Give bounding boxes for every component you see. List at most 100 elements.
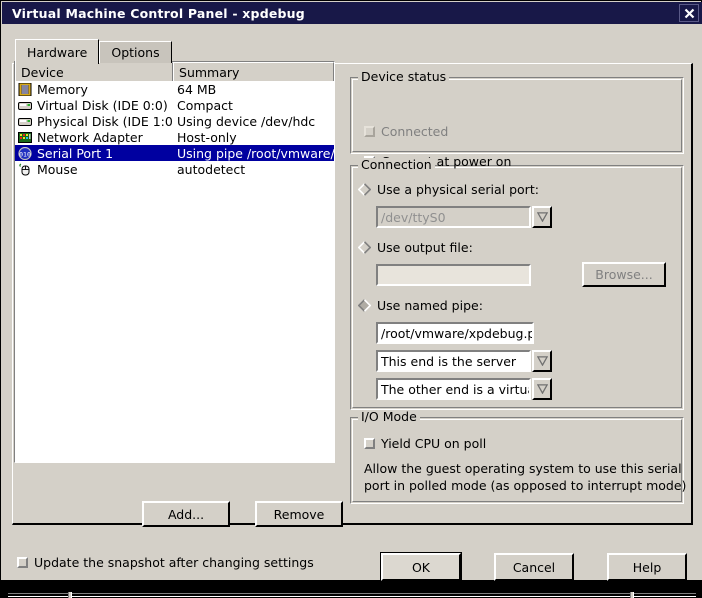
device-cell: Network Adapter — [15, 130, 173, 145]
connected-checkbox: Connected — [364, 124, 448, 139]
pipe-other-end-combo-input[interactable]: The other end is a virtual m — [376, 378, 531, 400]
resize-grip-left[interactable] — [68, 592, 72, 598]
radio-use-output-file[interactable]: Use output file: — [357, 240, 473, 255]
update-snapshot-label: Update the snapshot after changing setti… — [34, 555, 314, 570]
device-cell: Virtual Disk (IDE 0:0) — [15, 98, 173, 113]
physical-serial-port-combo-input: /dev/ttyS0 — [376, 206, 531, 228]
client-area: Hardware Options Device Summary Memory 6… — [2, 24, 702, 598]
remove-button[interactable]: Remove — [255, 501, 343, 527]
chevron-down-icon — [536, 212, 548, 222]
radio-physical-serial-port-label: Use a physical serial port: — [377, 182, 539, 197]
summary-cell: Host-only — [177, 129, 237, 145]
chevron-down-icon — [536, 384, 548, 394]
pipe-other-end-dropdown-button[interactable] — [532, 378, 552, 400]
svg-text:010: 010 — [19, 150, 31, 158]
browse-button-label: Browse... — [595, 267, 653, 282]
tab-hardware[interactable]: Hardware — [15, 39, 100, 64]
radio-use-named-pipe[interactable]: Use named pipe: — [357, 298, 483, 313]
named-pipe-path-input[interactable]: /root/vmware/xpdebug.pipe — [376, 322, 534, 344]
chevron-down-icon — [536, 356, 548, 366]
network-adapter-icon — [18, 131, 32, 144]
radio-diamond-icon — [357, 183, 372, 196]
vm-control-panel-window: Virtual Machine Control Panel - xpdebug … — [0, 0, 702, 598]
radio-output-file-label: Use output file: — [377, 240, 473, 255]
device-name: Physical Disk (IDE 1:0) — [37, 113, 173, 129]
cancel-button-label: Cancel — [512, 559, 556, 575]
physical-disk-icon — [18, 115, 32, 128]
device-name: Serial Port 1 — [37, 145, 114, 161]
summary-cell: Using pipe /root/vmware/xp — [177, 145, 334, 161]
radio-named-pipe-label: Use named pipe: — [377, 298, 483, 313]
memory-icon — [18, 82, 32, 96]
connection-legend: Connection — [358, 158, 435, 172]
close-icon — [684, 8, 694, 18]
table-row[interactable]: Mouse autodetect — [15, 161, 334, 177]
physical-serial-port-dropdown-button — [532, 206, 552, 228]
summary-cell: autodetect — [177, 161, 246, 177]
pipe-end-role-dropdown-button[interactable] — [532, 350, 552, 372]
io-mode-description-line2: port in polled mode (as opposed to inter… — [364, 478, 687, 493]
column-header-summary-label: Summary — [179, 64, 240, 80]
pipe-end-role-combo-input[interactable]: This end is the server — [376, 350, 531, 372]
update-snapshot-checkbox[interactable]: Update the snapshot after changing setti… — [17, 555, 314, 570]
column-header-device[interactable]: Device — [15, 62, 174, 81]
ok-button[interactable]: OK — [380, 552, 462, 582]
serial-port-icon: 010 — [18, 146, 32, 160]
pipe-other-end-value: The other end is a virtual m — [381, 381, 529, 397]
mouse-icon — [18, 162, 32, 176]
status-bar-divider — [8, 593, 696, 597]
title-bar[interactable]: Virtual Machine Control Panel - xpdebug — [2, 2, 702, 24]
yield-cpu-on-poll-label: Yield CPU on poll — [381, 436, 487, 451]
device-status-legend: Device status — [358, 70, 450, 84]
device-name: Virtual Disk (IDE 0:0) — [37, 97, 168, 113]
device-status-group: Device status Connected Connect at power… — [350, 70, 684, 169]
device-list[interactable]: Device Summary Memory 64 MB Virtual Disk… — [14, 61, 335, 463]
summary-cell: Using device /dev/hdc — [177, 113, 316, 129]
radio-use-physical-serial-port[interactable]: Use a physical serial port: — [357, 182, 539, 197]
table-row[interactable]: Network Adapter Host-only — [15, 129, 334, 145]
help-button-label: Help — [632, 559, 662, 575]
help-button[interactable]: Help — [607, 553, 687, 581]
tab-options-label: Options — [111, 45, 160, 60]
device-list-body: Memory 64 MB Virtual Disk (IDE 0:0) Comp… — [15, 81, 334, 177]
io-mode-group: I/O Mode Yield CPU on poll Allow the gue… — [350, 410, 687, 504]
table-row[interactable]: Memory 64 MB — [15, 81, 334, 97]
remove-button-label: Remove — [273, 506, 325, 522]
cancel-button[interactable]: Cancel — [494, 553, 574, 581]
pipe-end-role-value: This end is the server — [381, 353, 517, 369]
connected-label: Connected — [381, 124, 449, 139]
radio-diamond-selected-icon — [357, 299, 372, 312]
device-list-header: Device Summary — [15, 62, 334, 81]
browse-button: Browse... — [582, 262, 666, 287]
device-name: Network Adapter — [37, 129, 143, 145]
checkbox-box — [364, 438, 375, 449]
connection-group: Connection Use a physical serial port: /… — [350, 158, 684, 410]
summary-cell: Compact — [177, 97, 233, 113]
device-cell: Mouse — [15, 162, 173, 177]
connection-content: Use a physical serial port: /dev/ttyS0 U… — [350, 158, 684, 410]
device-name: Mouse — [37, 161, 78, 177]
tab-options[interactable]: Options — [99, 41, 172, 63]
yield-cpu-on-poll-checkbox[interactable]: Yield CPU on poll — [364, 436, 486, 451]
checkbox-box — [364, 126, 375, 137]
window-title: Virtual Machine Control Panel - xpdebug — [12, 5, 305, 21]
table-row[interactable]: Virtual Disk (IDE 0:0) Compact — [15, 97, 334, 113]
table-row[interactable]: 010 Serial Port 1 Using pipe /root/vmwar… — [15, 145, 334, 161]
tab-hardware-label: Hardware — [27, 44, 88, 60]
close-button[interactable] — [679, 4, 699, 22]
add-button[interactable]: Add... — [142, 501, 230, 527]
column-header-device-label: Device — [21, 64, 64, 80]
device-cell: 010 Serial Port 1 — [15, 146, 173, 161]
add-button-label: Add... — [167, 506, 205, 522]
resize-grip-right[interactable] — [630, 592, 634, 598]
io-mode-legend: I/O Mode — [358, 410, 420, 424]
column-header-summary[interactable]: Summary — [173, 62, 334, 81]
io-mode-content: Yield CPU on poll Allow the guest operat… — [350, 410, 687, 504]
output-file-input — [376, 264, 531, 286]
radio-diamond-icon — [357, 241, 372, 254]
device-name: Memory — [37, 81, 88, 97]
device-cell: Physical Disk (IDE 1:0) — [15, 114, 173, 129]
tab-strip: Hardware Options — [15, 39, 172, 64]
table-row[interactable]: Physical Disk (IDE 1:0) Using device /de… — [15, 113, 334, 129]
device-cell: Memory — [15, 82, 173, 97]
